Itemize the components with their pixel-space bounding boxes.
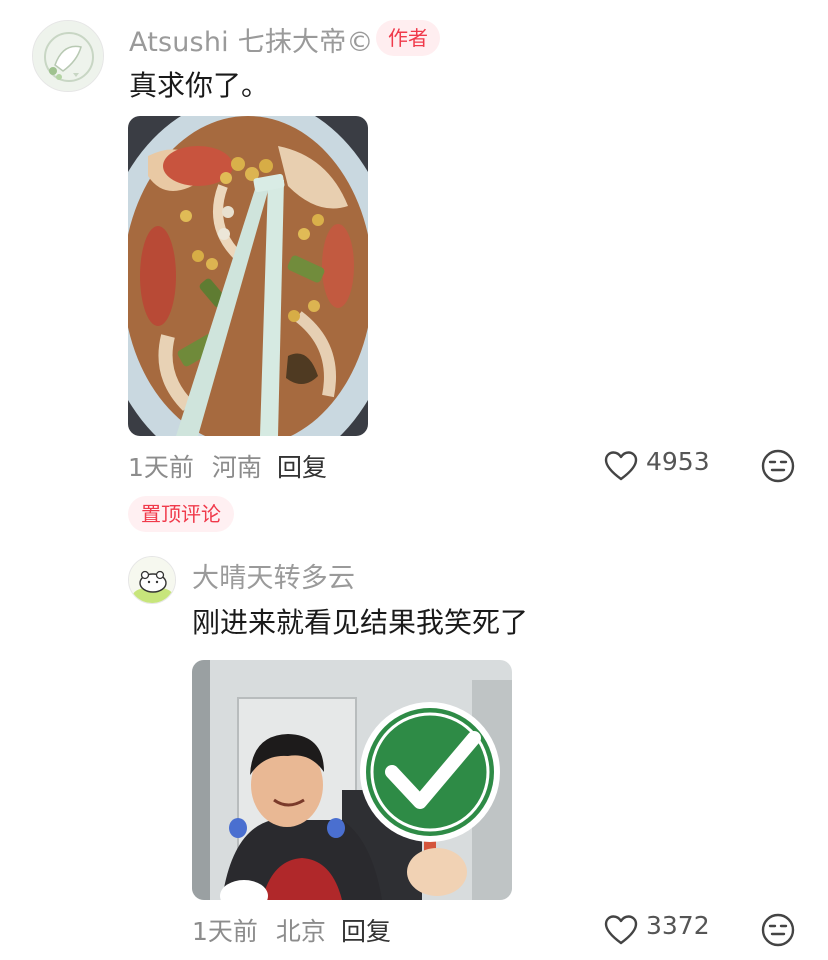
avatar[interactable] <box>32 20 104 92</box>
username[interactable]: 大晴天转多云 <box>192 556 355 595</box>
heart-outline-icon[interactable] <box>604 450 638 482</box>
reply-button[interactable]: 回复 <box>277 448 327 484</box>
like-count: 3372 <box>646 911 710 940</box>
comment-location: 河南 <box>211 453 262 482</box>
comment-meta: 1天前 河南 <box>128 448 262 484</box>
neutral-face-icon[interactable] <box>761 913 795 947</box>
comment-location: 北京 <box>275 917 326 946</box>
avatar[interactable] <box>128 556 176 604</box>
comment-text: 刚进来就看见结果我笑死了 <box>192 606 529 639</box>
comment-time: 1天前 <box>192 917 258 946</box>
comment-image[interactable] <box>192 660 512 900</box>
author-badge: 作者 <box>376 20 440 56</box>
reply-button[interactable]: 回复 <box>341 912 391 948</box>
username[interactable]: Atsushi 七抹大帝© <box>129 20 374 59</box>
heart-outline-icon[interactable] <box>604 914 638 946</box>
pinned-badge: 置顶评论 <box>128 496 234 532</box>
comment-text: 真求你了。 <box>129 69 270 102</box>
food-photo-icon <box>128 116 368 436</box>
meme-photo-icon <box>192 660 512 900</box>
neutral-face-icon[interactable] <box>761 449 795 483</box>
comment-time: 1天前 <box>128 453 194 482</box>
comment-meta: 1天前 北京 <box>192 912 326 948</box>
comment-image[interactable] <box>128 116 368 436</box>
like-count: 4953 <box>646 447 710 476</box>
comment-feed: Atsushi 七抹大帝© 作者 真求你了。 1天前 河南 回复 4953 置顶… <box>0 0 828 960</box>
